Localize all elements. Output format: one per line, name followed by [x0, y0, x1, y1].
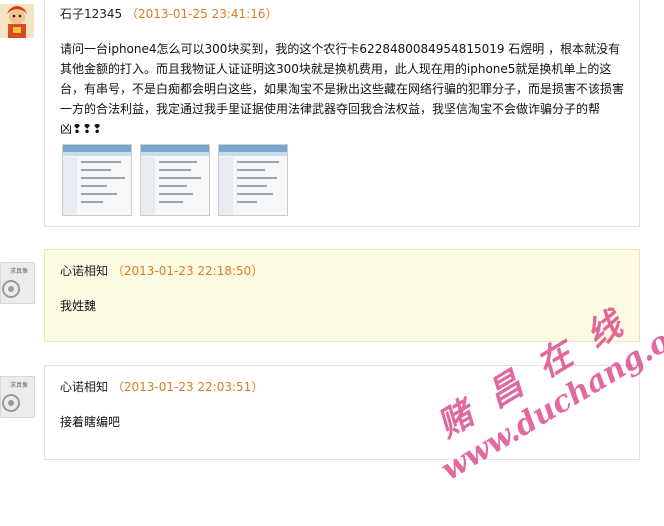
- author-name[interactable]: 心诺相知: [60, 264, 108, 278]
- screenshot-thumbnail[interactable]: [218, 144, 288, 216]
- avatar[interactable]: 求真像: [0, 262, 35, 304]
- timestamp-value: 2013-01-23 22:03:51: [123, 380, 252, 394]
- post-content: 我姓魏: [60, 299, 97, 313]
- post-card: 石子12345 （2013-01-25 23:41:16） 请问一台iphone…: [44, 0, 640, 227]
- timestamp-value: 2013-01-25 23:41:16: [138, 7, 266, 21]
- post-card: 心诺相知 （2013-01-23 22:03:51） 接着瞎编吧: [44, 365, 640, 460]
- avatar-badge: 求真像: [10, 267, 28, 275]
- avatar-image: [0, 4, 34, 38]
- post-content: 接着瞎编吧: [60, 415, 121, 429]
- default-avatar-icon: 求真像: [1, 263, 34, 303]
- screenshot-thumbnail[interactable]: [62, 144, 132, 216]
- avatar[interactable]: [0, 4, 34, 38]
- post-card: 心诺相知 （2013-01-23 22:18:50） 我姓魏: [44, 249, 640, 342]
- post-header: 石子12345 （2013-01-25 23:41:16）: [60, 5, 278, 22]
- author-name[interactable]: 心诺相知: [60, 380, 108, 394]
- timestamp-value: 2013-01-23 22:18:50: [123, 264, 252, 278]
- default-avatar-icon: 求真像: [1, 377, 34, 417]
- avatar-badge: 求真像: [10, 381, 28, 389]
- post-timestamp: （2013-01-25 23:41:16）: [126, 7, 278, 21]
- avatar[interactable]: 求真像: [0, 376, 35, 418]
- post-timestamp: （2013-01-23 22:03:51）: [111, 380, 264, 394]
- post-header: 心诺相知 （2013-01-23 22:18:50）: [60, 262, 263, 279]
- author-name[interactable]: 石子12345: [60, 7, 122, 21]
- post-timestamp: （2013-01-23 22:18:50）: [111, 264, 264, 278]
- screenshot-thumbnail[interactable]: [140, 144, 210, 216]
- post-header: 心诺相知 （2013-01-23 22:03:51）: [60, 378, 263, 395]
- post-content: 请问一台iphone4怎么可以300块买到，我的这个农行卡62284800849…: [60, 42, 625, 136]
